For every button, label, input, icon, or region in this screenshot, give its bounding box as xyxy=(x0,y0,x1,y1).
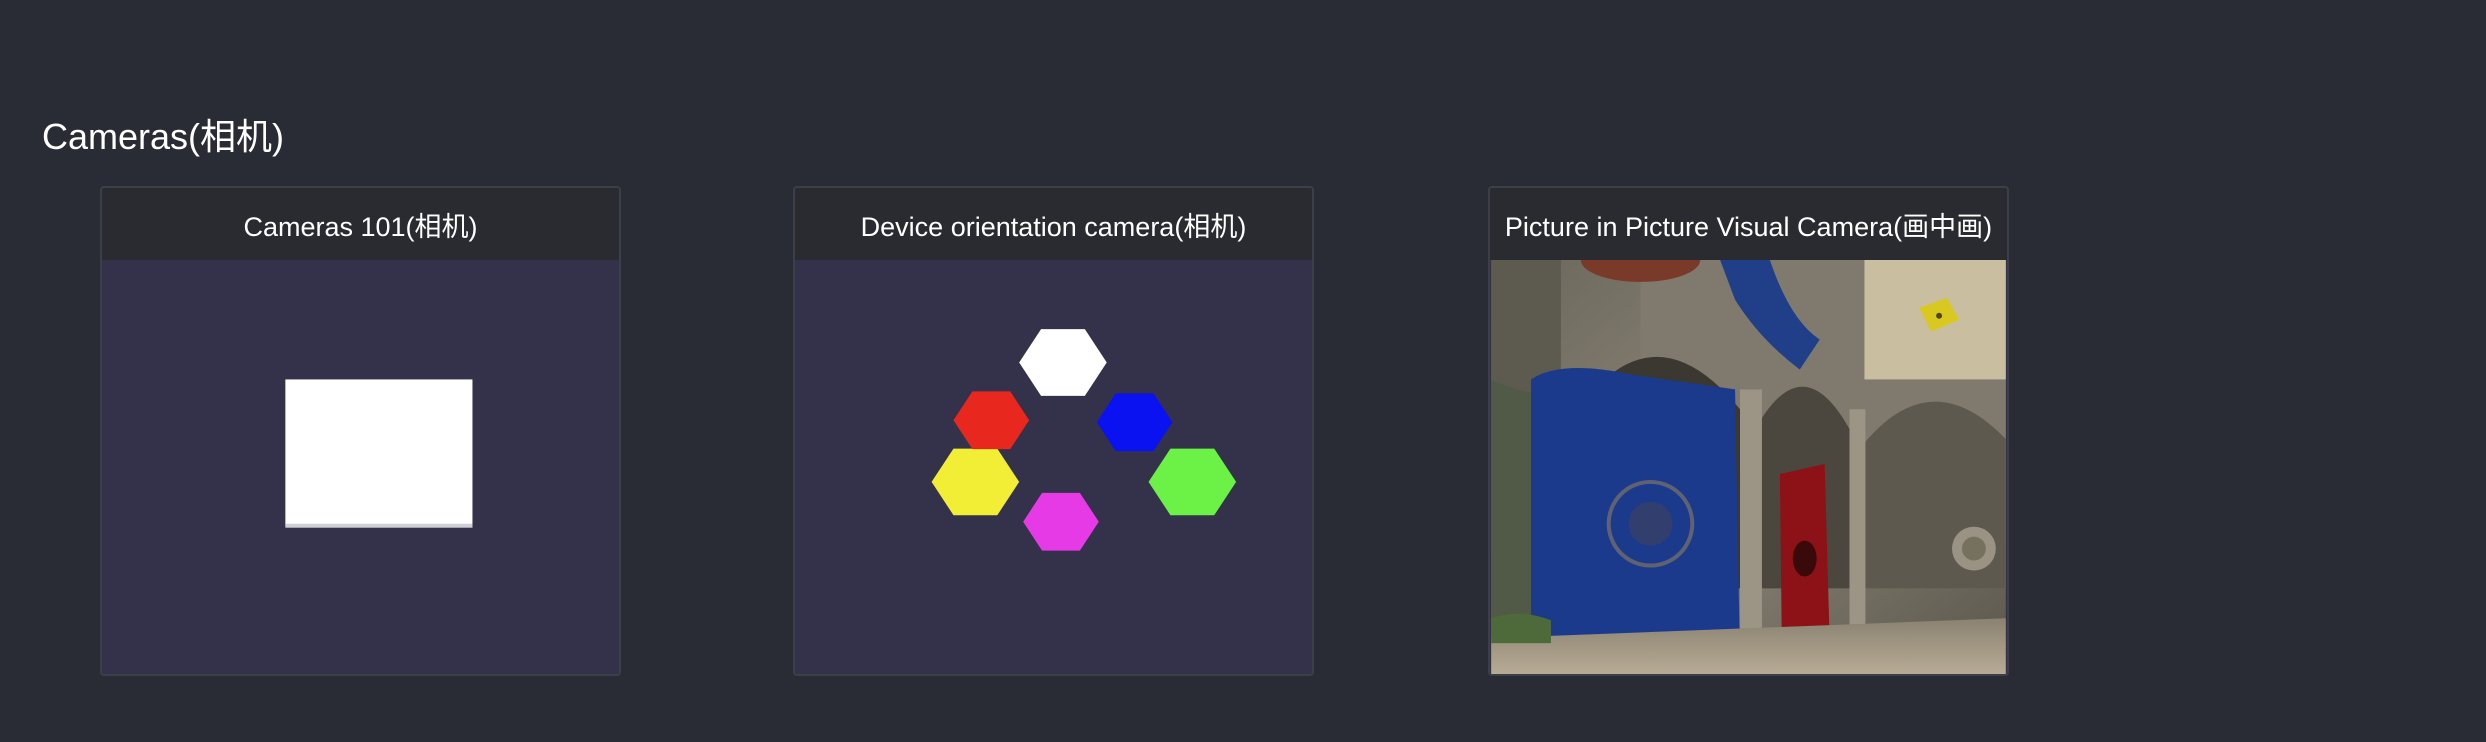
white-rectangle-scene xyxy=(103,260,618,674)
card-thumbnail[interactable] xyxy=(1490,260,2007,674)
white-box xyxy=(285,379,473,527)
card-device-orientation-camera[interactable]: Device orientation camera(相机) xyxy=(793,186,1314,676)
section-title: Cameras(相机) xyxy=(42,116,285,157)
sponza-courtyard-scene xyxy=(1491,260,2006,674)
card-title: Device orientation camera(相机) xyxy=(795,188,1312,260)
card-thumbnail[interactable] xyxy=(102,260,619,674)
colored-hexagons-scene xyxy=(796,260,1311,674)
card-title: Picture in Picture Visual Camera(画中画) xyxy=(1490,188,2007,260)
card-thumbnail[interactable] xyxy=(795,260,1312,674)
card-cameras-101[interactable]: Cameras 101(相机) xyxy=(100,186,621,676)
card-picture-in-picture-visual-camera[interactable]: Picture in Picture Visual Camera(画中画) xyxy=(1488,186,2009,676)
card-title: Cameras 101(相机) xyxy=(102,188,619,260)
